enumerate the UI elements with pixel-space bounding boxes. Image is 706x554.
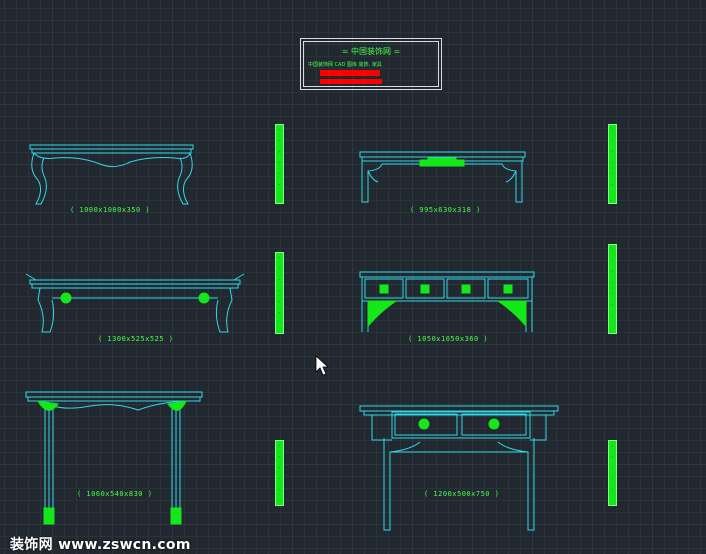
- detail-strip: · · · · · · ·: [608, 244, 617, 334]
- table-3-drawing: [25, 273, 245, 333]
- table-5-carvings: [37, 400, 187, 525]
- table-2-carving: [419, 157, 465, 167]
- detail-strip: · · · · · ·: [608, 124, 617, 204]
- dimension-label: ( 1200x500x750 ): [424, 490, 500, 498]
- dimension-label: ( 1060x540x830 ): [77, 490, 153, 498]
- table-6-drawer-pulls: [418, 418, 500, 430]
- watermark: 装饰网 www.zswcn.com: [10, 537, 191, 553]
- detail-strip: · · · · · ·: [275, 124, 284, 204]
- dimension-label: ( 1050x1050x360 ): [408, 335, 489, 343]
- detail-strip: · · · · · ·: [275, 252, 284, 334]
- detail-strip: · · · · ·: [608, 440, 617, 506]
- dimension-label: ( 995x630x318 ): [410, 206, 481, 214]
- detail-strip: · · · · ·: [275, 440, 284, 506]
- dimension-label: ( 1300x525x525 ): [98, 335, 174, 343]
- table-1-drawing: [29, 144, 194, 205]
- table-6-drawing: [359, 405, 559, 531]
- dimension-label: ( 1000x1000x350 ): [70, 206, 151, 214]
- arrow-cursor-icon: [315, 355, 330, 376]
- furniture-drawings: [25, 144, 559, 531]
- table-5-drawing: [25, 391, 203, 525]
